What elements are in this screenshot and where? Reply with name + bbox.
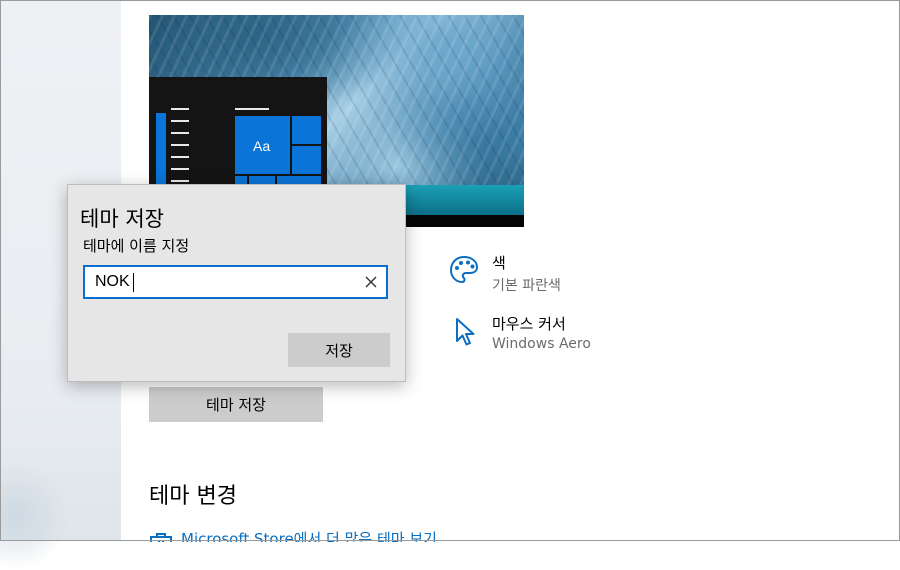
mouse-cursor-value: Windows Aero bbox=[492, 336, 591, 352]
dialog-save-button[interactable]: 저장 bbox=[288, 333, 390, 367]
color-setting[interactable]: 색 기본 파란색 bbox=[448, 252, 648, 296]
theme-name-label: 테마에 이름 지정 bbox=[83, 237, 190, 255]
store-themes-link[interactable]: Microsoft Store에서 더 많은 테마 보기 bbox=[149, 528, 479, 542]
store-link-text: Microsoft Store에서 더 많은 테마 보기 bbox=[181, 530, 437, 542]
text-caret bbox=[133, 273, 134, 292]
color-title: 색 bbox=[492, 254, 506, 272]
mouse-pointer-icon bbox=[454, 317, 476, 351]
store-bag-icon bbox=[149, 531, 173, 542]
dialog-title: 테마 저장 bbox=[80, 207, 164, 231]
preview-tile-text: Aa bbox=[253, 138, 271, 154]
change-theme-heading: 테마 변경 bbox=[149, 484, 237, 509]
close-icon bbox=[365, 276, 377, 288]
preview-tiles: Aa bbox=[235, 116, 321, 188]
palette-icon bbox=[448, 254, 480, 290]
mouse-cursor-title: 마우스 커서 bbox=[492, 315, 566, 333]
save-theme-dialog: 테마 저장 테마에 이름 지정 저장 bbox=[67, 184, 406, 382]
mouse-cursor-setting[interactable]: 마우스 커서 Windows Aero bbox=[448, 313, 648, 357]
clear-input-button[interactable] bbox=[362, 273, 380, 291]
color-value: 기본 파란색 bbox=[492, 278, 561, 294]
save-theme-button[interactable]: 테마 저장 bbox=[149, 387, 323, 422]
theme-name-field[interactable] bbox=[83, 265, 388, 299]
